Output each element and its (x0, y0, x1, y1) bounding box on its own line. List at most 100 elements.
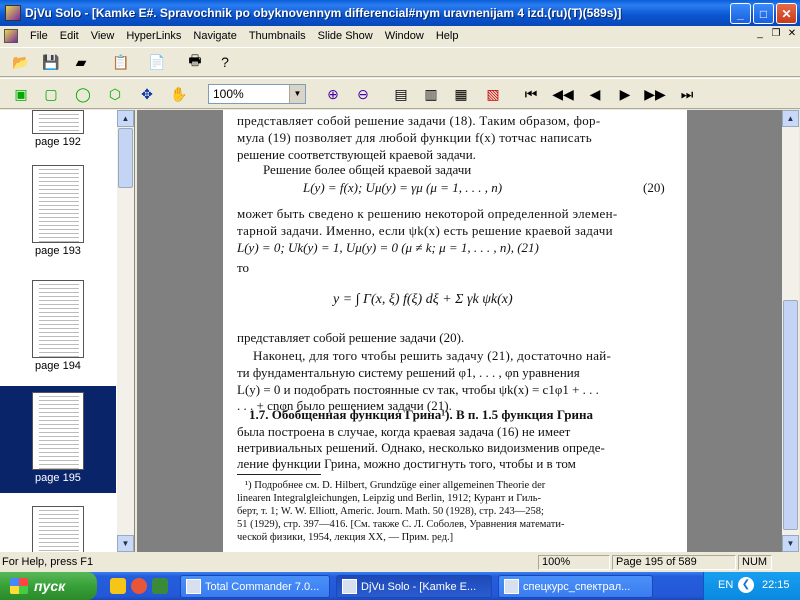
document-pane[interactable]: представляет собой решение задачи (18). … (137, 110, 782, 552)
page-content: представляет собой решение задачи (18). … (223, 110, 687, 552)
menu-thumbnails[interactable]: Thumbnails (243, 30, 312, 42)
next-page-icon[interactable]: ▶ (614, 83, 636, 105)
text-line: ление функции Грина, можно достигнуть то… (237, 456, 576, 471)
print-icon[interactable]: 🖶 (184, 51, 206, 73)
mdi-minimize-icon[interactable]: _ (752, 28, 768, 42)
scroll-thumb[interactable] (783, 300, 798, 530)
thumbnail-page-193[interactable]: page 193 (0, 165, 116, 263)
minimize-button[interactable]: _ (730, 3, 751, 24)
scroll-down-icon[interactable]: ▼ (117, 535, 134, 552)
text-line: Наконец, для того чтобы решить задачу (2… (253, 348, 612, 363)
help-icon[interactable]: ? (214, 51, 236, 73)
windows-flag-icon (10, 578, 28, 594)
zoom-in-icon[interactable]: ⊕ (322, 83, 344, 105)
menu-file[interactable]: File (24, 30, 54, 42)
open-icon[interactable]: 📂 (10, 51, 32, 73)
document-scrollbar[interactable]: ▲ ▼ (782, 110, 799, 552)
formula-solution: y = ∫ Γ(x, ξ) f(ξ) dξ + Σ γk ψk(x) (333, 292, 513, 307)
text-line: может быть сведено к решению некоторой о… (237, 206, 618, 221)
text-line: то (237, 260, 250, 275)
thumbnail-page-194[interactable]: page 194 (0, 280, 116, 378)
footnote-line: ческой физики, 1954, лекция XX, — Прим. … (237, 532, 454, 543)
task-label: DjVu Solo - [Kamke E... (361, 580, 477, 593)
status-help-text: For Help, press F1 (2, 556, 94, 568)
page-properties-icon[interactable]: 📄 (146, 51, 168, 73)
quicklaunch-icon[interactable] (131, 578, 147, 594)
mdi-close-icon[interactable]: ✕ (784, 28, 800, 42)
text-line: была построена в случае, когда краевая з… (237, 424, 571, 439)
quicklaunch-icon[interactable] (110, 578, 126, 594)
document-icon[interactable] (4, 29, 18, 43)
scroll-up-icon[interactable]: ▲ (782, 110, 799, 127)
thumbnail-pane: page 192 page 193 page 194 page 195 ▲ ▼ (0, 110, 135, 552)
menu-hyperlinks[interactable]: HyperLinks (120, 30, 187, 42)
title-bar: DjVu Solo - [Kamke E#. Spravochnik po ob… (0, 0, 800, 26)
view-foreground-icon[interactable]: ▦ (450, 83, 472, 105)
start-button[interactable]: пуск (0, 572, 97, 600)
start-label: пуск (34, 578, 66, 594)
task-djvu-solo[interactable]: DjVu Solo - [Kamke E... (336, 575, 492, 598)
zoom-out-icon[interactable]: ⊖ (352, 83, 374, 105)
zoom-value: 100% (213, 87, 244, 101)
hand-tool-icon[interactable]: ✋ (168, 83, 190, 105)
thumbnail-label: page 192 (35, 136, 81, 148)
select-rect-icon[interactable]: ▣ (10, 83, 32, 105)
view-color-icon[interactable]: ▤ (390, 83, 412, 105)
text-line: представляет собой решение задачи (18). … (237, 113, 601, 128)
status-num: NUM (738, 555, 772, 570)
thumbnail-page-195[interactable]: page 195 (0, 386, 116, 493)
move-icon[interactable]: ✥ (136, 83, 158, 105)
thumbnail-page-196[interactable] (0, 506, 116, 552)
mdi-restore-icon[interactable]: ❐ (768, 28, 784, 42)
app-icon (504, 579, 519, 594)
forward-page-icon[interactable]: ▶▶ (644, 83, 666, 105)
chevron-icon[interactable]: ❮ (738, 577, 754, 593)
thumbnail-image (32, 110, 84, 134)
last-page-icon[interactable]: ⏭ (676, 83, 698, 105)
previous-page-icon[interactable]: ◀ (584, 83, 606, 105)
language-indicator[interactable]: EN (718, 579, 733, 591)
footnote-line: берт, т. 1; W. W. Elliott, Americ. Journ… (237, 506, 544, 517)
menu-view[interactable]: View (85, 30, 121, 42)
view-background-icon[interactable]: ▧ (482, 83, 504, 105)
status-zoom: 100% (538, 555, 610, 570)
taskbar: пуск Total Commander 7.0... DjVu Solo - … (0, 572, 800, 600)
view-bw-icon[interactable]: ▥ (420, 83, 442, 105)
select-poly-icon[interactable]: ⬡ (104, 83, 126, 105)
system-tray: EN ❮ 22:15 (703, 572, 800, 600)
menu-edit[interactable]: Edit (54, 30, 85, 42)
thumbnail-page-192[interactable]: page 192 (0, 110, 116, 150)
close-button[interactable]: ✕ (776, 3, 797, 24)
chevron-down-icon[interactable]: ▼ (289, 85, 305, 103)
text-line: Решение более общей краевой задачи (263, 162, 472, 177)
menu-slide-show[interactable]: Slide Show (312, 30, 379, 42)
formula-20: L(y) = f(x); Uμ(y) = γμ (μ = 1, . . . , … (303, 180, 503, 195)
footnote-rule (237, 474, 321, 475)
text-line: решение соответствующей краевой задачи. (237, 147, 476, 162)
menu-navigate[interactable]: Navigate (187, 30, 242, 42)
save-icon[interactable]: 💾 (40, 51, 62, 73)
task-total-commander[interactable]: Total Commander 7.0... (180, 575, 330, 598)
menu-help[interactable]: Help (430, 30, 465, 42)
footnote-line: ¹) Подробнее см. D. Hilbert, Grundzüge e… (245, 480, 546, 491)
maximize-button[interactable]: □ (753, 3, 774, 24)
quicklaunch-icon[interactable] (152, 578, 168, 594)
task-document[interactable]: спецкурс_спектрал... (498, 575, 653, 598)
thumbnail-label: page 195 (35, 472, 81, 484)
thumbnail-scrollbar[interactable]: ▲ ▼ (117, 110, 134, 552)
paste-icon[interactable]: 📋 (110, 51, 132, 73)
task-label: Total Commander 7.0... (205, 580, 320, 593)
back-page-icon[interactable]: ◀◀ (552, 83, 574, 105)
menu-window[interactable]: Window (379, 30, 430, 42)
text-line: L(y) = 0 и подобрать постоянные cν так, … (237, 382, 599, 397)
main-toolbar: 📂 💾 ▰ 📋 📄 🖶 ? (0, 47, 800, 77)
first-page-icon[interactable]: ⏮ (520, 83, 542, 105)
scroll-thumb[interactable] (118, 128, 133, 188)
zoom-select[interactable]: 100% ▼ (208, 84, 306, 104)
select-round-icon[interactable]: ◯ (72, 83, 94, 105)
export-icon[interactable]: ▰ (70, 51, 92, 73)
scroll-down-icon[interactable]: ▼ (782, 535, 799, 552)
scroll-up-icon[interactable]: ▲ (117, 110, 134, 127)
footnote-line: linearen Integralgleichungen, Leipzig un… (237, 493, 542, 504)
select-area-icon[interactable]: ▢ (40, 83, 62, 105)
